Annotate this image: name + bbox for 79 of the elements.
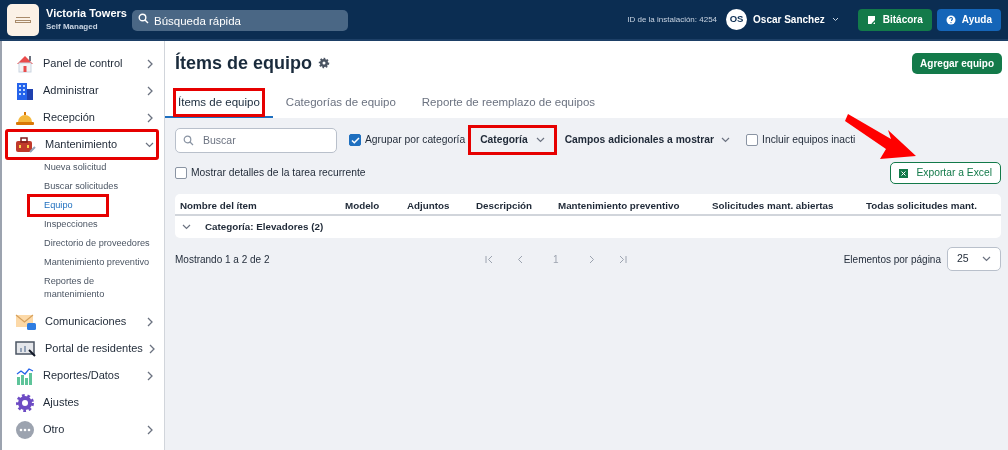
sidebar-item[interactable]: Ajustes <box>7 389 157 416</box>
group-row-label[interactable]: Categoría: Elevadores (2) <box>205 219 324 235</box>
sidebar-subitem[interactable]: Reportes de mantenimiento <box>43 272 155 304</box>
sidebar-item[interactable]: Portal de residentes <box>7 335 157 362</box>
chevron-right-icon <box>147 58 154 69</box>
last-page-icon[interactable] <box>617 254 627 264</box>
monitor-icon <box>15 338 37 359</box>
column-header: Mantenimiento preventivo <box>558 200 680 211</box>
sidebar-subitem[interactable]: Equipo <box>29 196 107 215</box>
chevron-down-icon <box>145 141 154 148</box>
more-icon <box>15 419 35 440</box>
sidebar-item[interactable]: Otro <box>7 416 157 443</box>
checkbox[interactable] <box>175 167 187 179</box>
chevron-right-icon <box>147 112 154 123</box>
note-icon <box>866 14 877 25</box>
checkbox[interactable] <box>746 134 759 146</box>
quick-search-field[interactable]: Búsqueda rápida <box>132 10 348 31</box>
export-excel-button[interactable]: Exportar a Excel <box>890 162 1001 184</box>
column-header: Descripción <box>476 200 533 211</box>
search-field[interactable]: Buscar <box>175 127 337 153</box>
checkbox[interactable] <box>349 134 361 146</box>
user-name[interactable]: Oscar Sanchez <box>753 12 825 27</box>
sidebar-subitem[interactable]: Mantenimiento preventivo <box>43 253 151 272</box>
checkbox-label: Incluir equipos inacti <box>762 133 856 148</box>
column-header: Nombre del ítem <box>180 200 257 211</box>
user-avatar[interactable]: OS <box>726 9 748 30</box>
chevron-down-icon <box>831 17 839 22</box>
settings-icon[interactable] <box>318 57 331 69</box>
sidebar-subitem[interactable]: Buscar solicitudes <box>43 177 120 196</box>
column-header: Solicitudes mant. abiertas <box>712 200 834 211</box>
search-icon <box>138 12 149 24</box>
sidebar-item[interactable]: Reportes/Datos <box>7 362 157 389</box>
organization-subtitle: Self Managed <box>46 21 99 33</box>
chevron-right-icon <box>147 370 154 381</box>
checkbox-label: Mostrar detalles de la tarea recurrente <box>191 166 366 181</box>
chevron-down-icon <box>535 137 545 143</box>
chevron-right-icon <box>147 424 154 435</box>
help-icon <box>945 14 956 25</box>
page-title: Ítems de equipo <box>175 51 313 75</box>
first-page-icon[interactable] <box>485 254 494 264</box>
sidebar-item[interactable]: Administrar <box>7 77 157 104</box>
column-header: Modelo <box>345 200 380 211</box>
per-page-label: Elementos por página <box>843 252 941 267</box>
chevron-right-icon <box>148 343 156 354</box>
spreadsheet-icon <box>899 168 909 178</box>
gear-icon <box>15 392 35 413</box>
column-header: Todas solicitudes mant. <box>866 200 977 211</box>
tab[interactable]: Reporte de reemplazo de equipos <box>408 89 609 118</box>
sidebar-item[interactable]: Mantenimiento <box>7 131 157 158</box>
sidebar-item[interactable]: Panel de control <box>7 50 157 77</box>
chevron-down-icon <box>721 137 731 143</box>
chevron-right-icon <box>147 316 154 327</box>
per-page-dropdown[interactable]: 25 <box>947 247 1001 271</box>
chevron-right-icon <box>147 85 154 96</box>
house-icon <box>15 53 35 74</box>
header-button[interactable]: Ayuda <box>936 8 1001 31</box>
toolbox-icon <box>15 134 37 155</box>
sidebar-item[interactable]: Recepción <box>7 104 157 131</box>
category-dropdown[interactable]: Categoría <box>470 127 555 153</box>
installation-id: ID de la instalación: 4254 <box>627 13 718 26</box>
building-icon <box>15 80 35 101</box>
chevron-down-icon <box>182 224 191 230</box>
extra-fields-dropdown[interactable]: Campos adicionales a mostrar <box>564 127 731 153</box>
chevron-down-icon <box>982 256 991 262</box>
search-icon <box>183 134 194 146</box>
column-header: Adjuntos <box>407 200 450 211</box>
logo <box>7 3 39 36</box>
results-summary: Mostrando 1 a 2 de 2 <box>175 252 271 267</box>
checkbox-label: Agrupar por categoría <box>365 133 466 148</box>
organization-name: Victoria Towers <box>46 6 128 21</box>
sidebar-subitem[interactable]: Nueva solicitud <box>43 158 108 177</box>
sidebar-subitem[interactable]: Inspecciones <box>43 215 99 234</box>
add-equipment-button[interactable]: Agregar equipo <box>912 52 1002 74</box>
previous-page-icon[interactable] <box>516 254 525 264</box>
tab[interactable]: Ítems de equipo <box>165 89 273 118</box>
tab[interactable]: Categorías de equipo <box>272 89 409 118</box>
sidebar-subitem[interactable]: Directorio de proveedores <box>43 234 151 253</box>
header-button[interactable]: Bitácora <box>857 8 932 31</box>
sidebar-item[interactable]: Comunicaciones <box>7 308 157 335</box>
